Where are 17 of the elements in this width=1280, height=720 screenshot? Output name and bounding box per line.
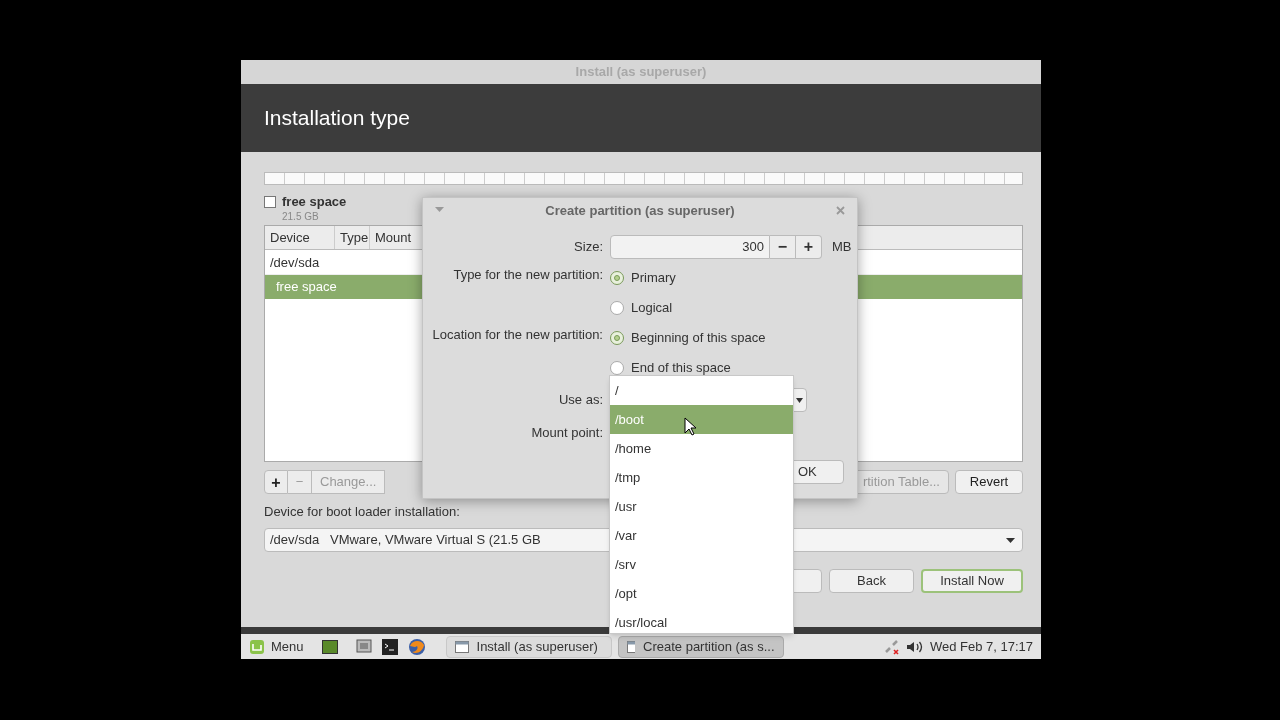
mount-point-label: Mount point:: [530, 424, 603, 442]
radio-label: Beginning of this space: [631, 329, 766, 348]
partition-label: free space: [282, 194, 347, 210]
use-as-label: Use as:: [557, 391, 603, 409]
page-title: Installation type: [264, 105, 410, 132]
boot-loader-label: Device for boot loader installation:: [264, 504, 460, 520]
radio-label: Primary: [631, 269, 676, 288]
boot-device-value: /dev/sda VMware, VMware Virtual S (21.5 GB: [270, 531, 541, 550]
size-label: Size:: [573, 238, 603, 256]
dialog-title: Create partition (as superuser): [545, 202, 735, 221]
radio-label: Logical: [631, 299, 673, 318]
radio-label: End of this space: [631, 359, 731, 378]
location-label: Location for the new partition:: [431, 326, 603, 344]
type-label: Type for the new partition:: [452, 266, 603, 284]
unit-label: MB: [832, 238, 852, 257]
partition-size: 21.5 GB: [282, 210, 320, 224]
clock: Wed Feb 7, 17:17: [929, 637, 1033, 656]
